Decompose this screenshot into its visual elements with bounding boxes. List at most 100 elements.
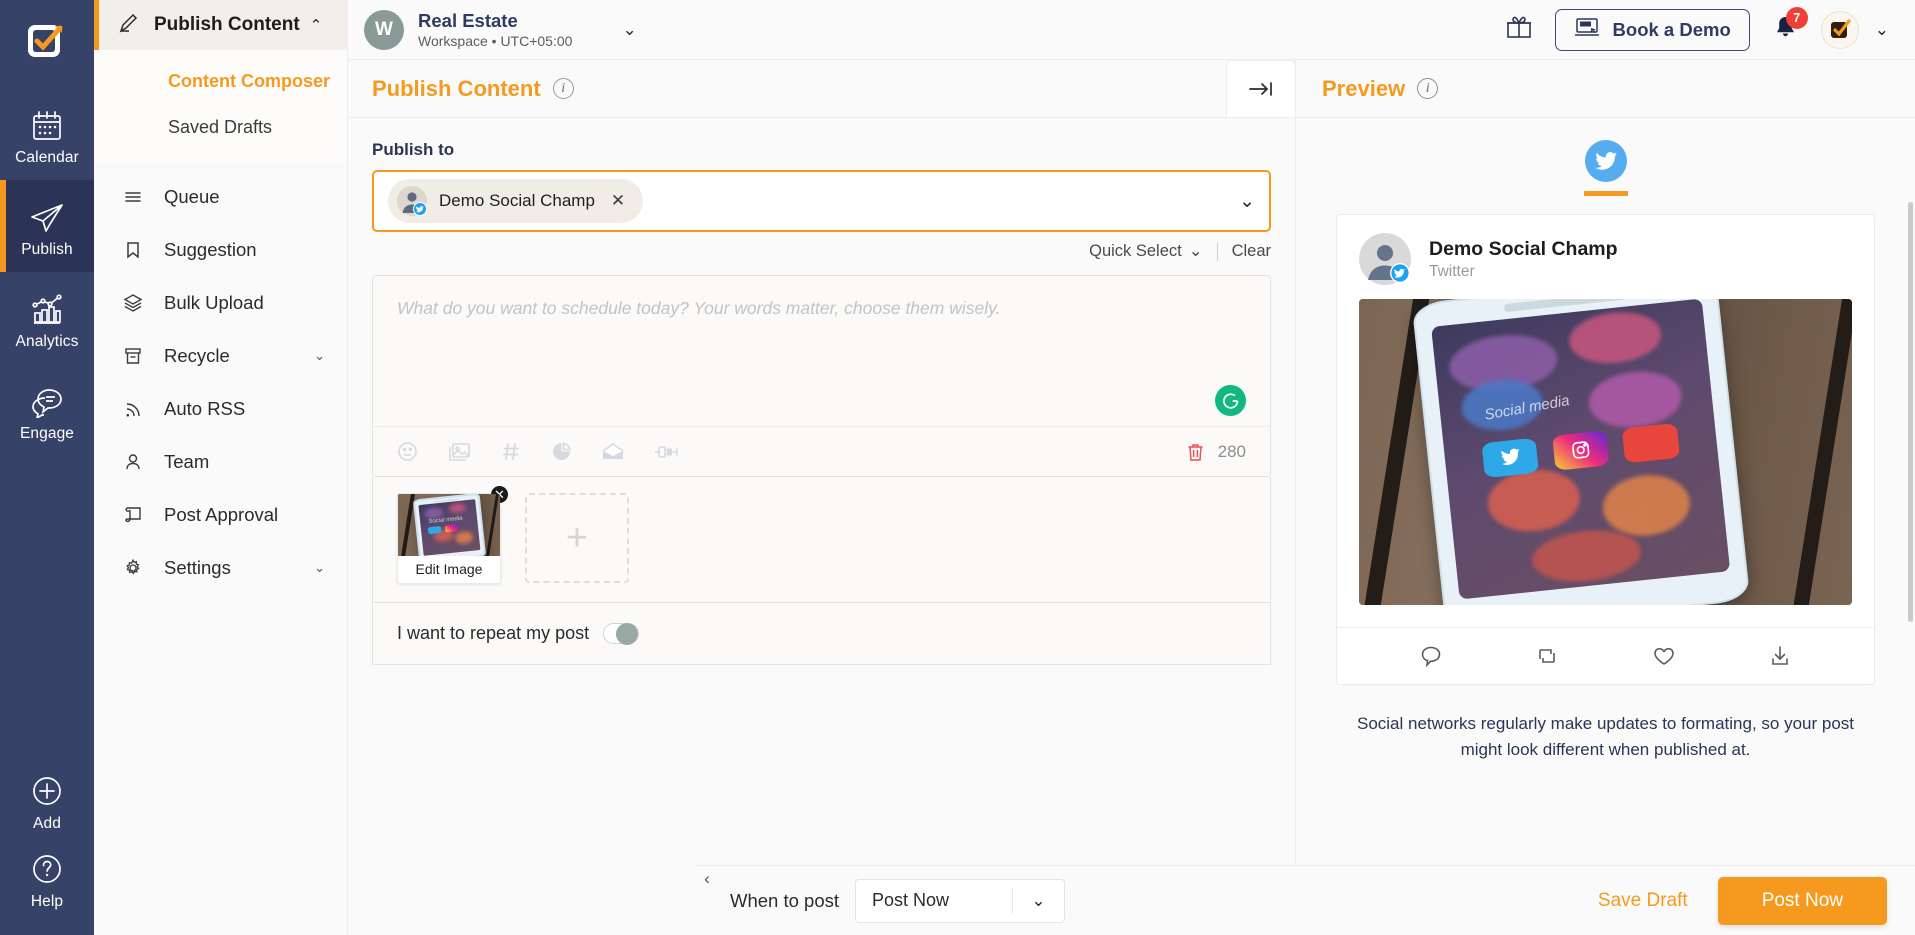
- pencil-icon: [118, 12, 140, 39]
- trash-icon[interactable]: [1186, 442, 1205, 462]
- list-icon: [122, 187, 144, 207]
- sidebar-item-calendar-label: Calendar: [15, 148, 79, 166]
- plug-icon[interactable]: [654, 443, 682, 461]
- chat-bubbles-icon: [29, 378, 65, 418]
- save-draft-button[interactable]: Save Draft: [1598, 890, 1688, 912]
- add-button[interactable]: Add: [0, 761, 94, 839]
- preview-title: Preview: [1322, 75, 1406, 101]
- chevron-down-icon: ⌄: [1012, 887, 1064, 914]
- sidebar-item-recycle[interactable]: Recycle ⌄: [94, 329, 347, 382]
- layers-icon: [122, 293, 144, 313]
- collapse-sidebar-button[interactable]: ‹: [696, 865, 718, 893]
- sidebar-item-suggestion[interactable]: Suggestion: [94, 223, 347, 276]
- grammarly-icon[interactable]: [1215, 385, 1246, 416]
- sidebar-item-content-composer-label: Content Composer: [168, 70, 330, 91]
- tab-twitter[interactable]: [1583, 140, 1628, 196]
- envelope-icon[interactable]: [602, 442, 624, 461]
- post-now-button[interactable]: Post Now: [1717, 876, 1887, 925]
- reply-icon[interactable]: [1419, 644, 1443, 668]
- preview-body: Demo Social Champ Twitter Social media S…: [1296, 118, 1915, 935]
- remove-account-icon[interactable]: ✕: [607, 191, 629, 211]
- preview-scrollbar[interactable]: [1908, 202, 1913, 622]
- book-a-demo-button[interactable]: Book a Demo: [1554, 8, 1750, 51]
- sidebar-item-team[interactable]: Team: [94, 435, 347, 488]
- composer-header: Publish Content i: [348, 60, 1296, 118]
- tweet-author-platform: Twitter: [1429, 262, 1475, 280]
- like-icon[interactable]: [1652, 644, 1676, 668]
- sidebar-section-publish-content[interactable]: Publish Content ⌃: [94, 0, 347, 50]
- main-region: W Real Estate Workspace • UTC+05:00 ⌄ Bo…: [348, 0, 1915, 935]
- sidebar-item-post-approval[interactable]: Post Approval: [94, 488, 347, 541]
- gift-icon[interactable]: [1505, 13, 1533, 46]
- sidebar-item-bulk-upload[interactable]: Bulk Upload: [94, 276, 347, 329]
- sidebar-main-items: Queue Suggestion Bulk Upload Recycle ⌄ A…: [94, 162, 347, 594]
- sidebar-item-bulk-upload-label: Bulk Upload: [164, 291, 264, 313]
- account-select-actions: Quick Select ⌄ Clear: [372, 241, 1271, 261]
- chevron-down-icon[interactable]: ⌄: [1875, 20, 1889, 40]
- post-textarea[interactable]: What do you want to schedule today? Your…: [373, 276, 1270, 426]
- account-select[interactable]: Demo Social Champ ✕ ⌄: [372, 170, 1271, 232]
- sidebar-item-queue-label: Queue: [164, 185, 220, 207]
- workspace-avatar: W: [364, 9, 404, 50]
- avatar[interactable]: [1820, 10, 1859, 49]
- help-button[interactable]: Help: [0, 839, 94, 917]
- sidebar-item-team-label: Team: [164, 450, 210, 472]
- sidebar-item-analytics[interactable]: Analytics: [0, 272, 94, 364]
- app-logo[interactable]: [19, 14, 75, 70]
- repeat-post-row: I want to repeat my post: [372, 603, 1271, 665]
- chevron-down-icon[interactable]: ⌄: [314, 560, 325, 576]
- preview-network-tabs: [1336, 118, 1875, 196]
- chevron-down-icon[interactable]: ⌄: [1239, 190, 1255, 213]
- sidebar-item-saved-drafts-label: Saved Drafts: [168, 116, 273, 137]
- preview-column: Preview i Demo Social Champ Twitter Soci…: [1295, 60, 1915, 935]
- composer-body: Publish to Demo Social Champ ✕ ⌄ Quick S…: [348, 118, 1295, 935]
- sidebar-item-engage[interactable]: Engage: [0, 364, 94, 456]
- bookmark-icon: [122, 240, 144, 260]
- top-bar-actions: Book a Demo 7 ⌄: [1505, 6, 1889, 51]
- media-thumbnail-caption[interactable]: Edit Image: [398, 556, 500, 583]
- clear-button[interactable]: Clear: [1232, 242, 1271, 261]
- hashtag-icon[interactable]: [501, 441, 521, 462]
- add-media-button[interactable]: +: [525, 493, 629, 583]
- quick-select-button[interactable]: Quick Select ⌄: [1089, 241, 1202, 261]
- collapse-composer-button[interactable]: [1226, 60, 1296, 118]
- repeat-post-toggle[interactable]: [603, 623, 640, 645]
- sidebar-item-saved-drafts[interactable]: Saved Drafts: [94, 104, 347, 150]
- calendar-icon: [30, 102, 64, 142]
- sidebar-item-settings-label: Settings: [164, 556, 231, 578]
- sidebar-item-content-composer[interactable]: Content Composer: [94, 58, 347, 104]
- share-icon[interactable]: [1768, 644, 1792, 668]
- chevron-down-icon[interactable]: ⌄: [314, 348, 325, 364]
- emoji-icon[interactable]: [397, 441, 418, 462]
- secondary-sidebar: Publish Content ⌃ Content Composer Saved…: [94, 0, 348, 935]
- media-attachments: ✕: [372, 477, 1271, 603]
- workspace-name: Real Estate: [418, 9, 518, 31]
- notification-badge: 7: [1785, 6, 1808, 29]
- retweet-icon[interactable]: [1535, 644, 1559, 668]
- sidebar-item-publish[interactable]: Publish: [0, 180, 94, 272]
- demo-laptop-icon: [1574, 16, 1600, 43]
- sidebar-item-auto-rss[interactable]: Auto RSS: [94, 382, 347, 435]
- rail-bottom-group: Add Help: [0, 761, 94, 935]
- media-thumbnail[interactable]: ✕: [397, 484, 510, 584]
- when-to-post-select[interactable]: Post Now ⌄: [855, 878, 1066, 923]
- archive-icon: [122, 346, 144, 366]
- post-editor: What do you want to schedule today? Your…: [372, 275, 1271, 477]
- sidebar-item-queue[interactable]: Queue: [94, 170, 347, 223]
- pie-chart-icon[interactable]: [551, 441, 572, 462]
- plus-circle-icon: [30, 768, 64, 808]
- chevron-up-icon[interactable]: ⌃: [310, 16, 323, 34]
- tweet-action-bar: [1337, 627, 1874, 684]
- bell-icon: [1772, 16, 1799, 45]
- rail-item-list: Calendar Publish Analytics Engage: [0, 88, 94, 456]
- image-icon[interactable]: [448, 441, 471, 462]
- workspace-switcher[interactable]: W Real Estate Workspace • UTC+05:00 ⌄: [348, 9, 637, 50]
- notifications-button[interactable]: 7: [1772, 6, 1808, 46]
- sidebar-item-settings[interactable]: Settings ⌄: [94, 541, 347, 594]
- info-icon[interactable]: i: [1417, 78, 1439, 99]
- gear-icon: [122, 558, 144, 578]
- chevron-down-icon[interactable]: ⌄: [622, 20, 636, 40]
- sidebar-section-title: Publish Content: [154, 14, 300, 35]
- sidebar-item-calendar[interactable]: Calendar: [0, 88, 94, 180]
- info-icon[interactable]: i: [552, 78, 574, 99]
